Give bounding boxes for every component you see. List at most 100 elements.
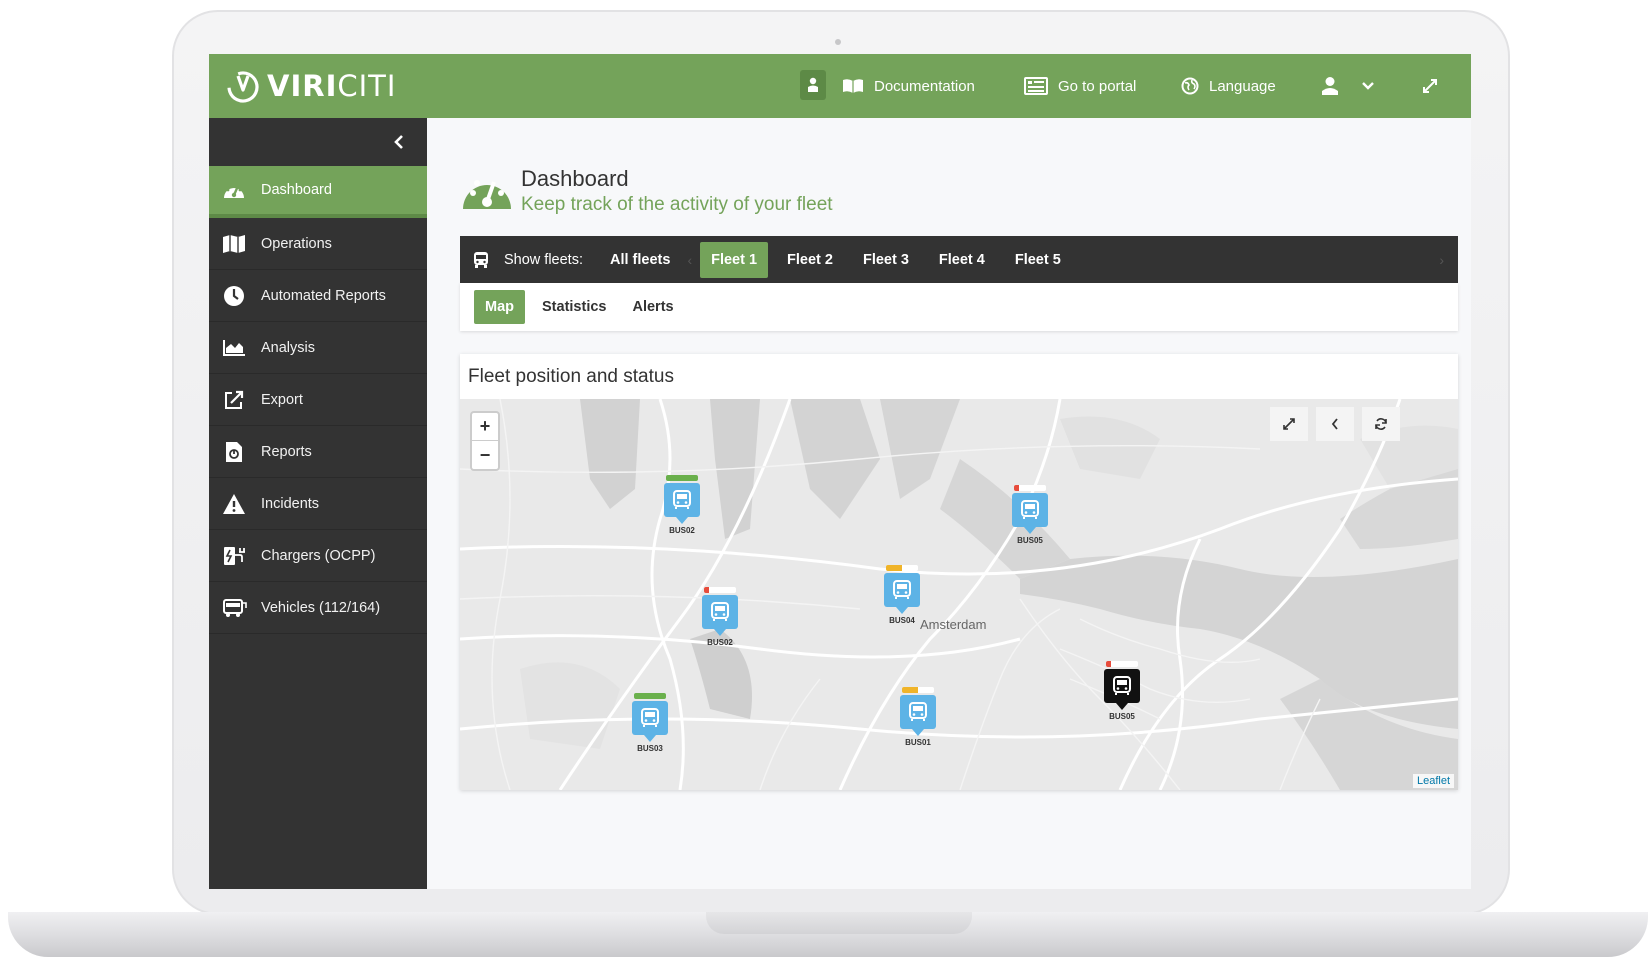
zoom-in-button[interactable]: + xyxy=(472,413,498,441)
bus-pin xyxy=(1012,493,1048,534)
sidebar: Dashboard Operations Automated Reports A… xyxy=(209,118,427,889)
go-to-portal-link[interactable]: Go to portal xyxy=(1024,54,1136,118)
bus-id-label: BUS05 xyxy=(1017,536,1043,545)
fleet-5-button[interactable]: Fleet 5 xyxy=(1004,242,1072,278)
battery-indicator xyxy=(902,687,934,693)
map-expand-button[interactable] xyxy=(1270,407,1308,441)
documentation-label: Documentation xyxy=(874,77,975,95)
battery-indicator xyxy=(704,587,736,593)
bus-marker[interactable]: BUS05 xyxy=(1010,485,1050,545)
bus-id-label: BUS03 xyxy=(637,744,663,753)
page-title: Dashboard xyxy=(521,166,629,191)
sidebar-item-label: Reports xyxy=(261,443,312,460)
user-menu-button[interactable] xyxy=(1321,54,1385,118)
fleet-1-button[interactable]: Fleet 1 xyxy=(700,241,769,278)
sidebar-item-automated-reports[interactable]: Automated Reports xyxy=(209,270,427,322)
expand-icon xyxy=(1283,418,1295,430)
bus-marker-selected[interactable]: BUS05 xyxy=(1102,661,1142,721)
sidebar-collapse-row xyxy=(209,118,427,166)
zoom-out-button[interactable]: − xyxy=(472,441,498,469)
sidebar-item-dashboard[interactable]: Dashboard xyxy=(209,166,427,218)
bus-pin xyxy=(1104,669,1140,710)
bus-icon xyxy=(673,490,691,509)
fleet-position-panel: Fleet position and status Amsterdam + − … xyxy=(460,354,1458,790)
city-label: Amsterdam xyxy=(920,617,987,632)
chevron-left-icon[interactable] xyxy=(393,134,405,150)
fleet-2-button[interactable]: Fleet 2 xyxy=(776,242,844,278)
map-refresh-button[interactable] xyxy=(1362,407,1400,441)
map-background xyxy=(460,399,1458,790)
sidebar-item-label: Analysis xyxy=(261,339,315,356)
bus-marker[interactable]: BUS04 xyxy=(882,565,922,625)
sidebar-item-analysis[interactable]: Analysis xyxy=(209,322,427,374)
leaflet-attribution-link[interactable]: Leaflet xyxy=(1412,774,1454,788)
map-back-button[interactable] xyxy=(1316,407,1354,441)
bus-pin xyxy=(702,595,738,636)
logo[interactable]: VIRICITI xyxy=(225,68,396,104)
bus-icon xyxy=(1113,676,1131,695)
sidebar-item-chargers[interactable]: Chargers (OCPP) xyxy=(209,530,427,582)
battery-indicator xyxy=(1014,485,1046,491)
show-fleets-label: Show fleets: xyxy=(472,251,583,269)
sidebar-item-vehicles[interactable]: Vehicles (112/164) xyxy=(209,582,427,634)
dashboard-icon xyxy=(221,179,247,201)
report-file-icon xyxy=(221,441,247,463)
charger-icon xyxy=(221,545,247,567)
top-bar: VIRICITI Documentation Go to portal Lang… xyxy=(209,54,1471,118)
bus-pin xyxy=(884,573,920,614)
sidebar-item-reports[interactable]: Reports xyxy=(209,426,427,478)
bus-marker[interactable]: BUS02 xyxy=(700,587,740,647)
map-icon xyxy=(221,233,247,255)
fleets-scroll-left-icon[interactable]: ‹ xyxy=(681,252,698,268)
sidebar-item-label: Operations xyxy=(261,235,332,252)
tab-statistics[interactable]: Statistics xyxy=(531,290,617,324)
fullscreen-button[interactable] xyxy=(1422,54,1448,118)
clock-icon xyxy=(221,285,247,307)
bus-marker[interactable]: BUS01 xyxy=(898,687,938,747)
bus-marker[interactable]: BUS03 xyxy=(630,693,670,753)
bus-id-label: BUS04 xyxy=(889,616,915,625)
sidebar-item-export[interactable]: Export xyxy=(209,374,427,426)
bus-icon xyxy=(1021,500,1039,519)
power-logo-icon xyxy=(227,71,259,103)
battery-indicator xyxy=(1106,661,1138,667)
fleet-all-button[interactable]: All fleets xyxy=(599,242,681,278)
bus-front-icon xyxy=(474,251,488,268)
sidebar-item-operations[interactable]: Operations xyxy=(209,218,427,270)
laptop-notch xyxy=(706,912,972,934)
sidebar-item-incidents[interactable]: Incidents xyxy=(209,478,427,530)
bus-marker[interactable]: BUS02 xyxy=(662,475,702,535)
zoom-control: + − xyxy=(470,411,500,471)
warning-icon xyxy=(221,493,247,515)
bus-pin xyxy=(632,701,668,742)
language-menu[interactable]: Language xyxy=(1181,54,1276,118)
show-fleets-text: Show fleets: xyxy=(504,251,583,268)
fleet-map[interactable]: Amsterdam + − BUS02 BUS05 BUS04 BUS02 BU… xyxy=(460,399,1458,790)
main-content: Dashboard Keep track of the activity of … xyxy=(427,118,1471,889)
documentation-link[interactable]: Documentation xyxy=(842,54,975,118)
sidebar-item-label: Incidents xyxy=(261,495,320,512)
bus-icon xyxy=(711,602,729,621)
bus-id-label: BUS02 xyxy=(707,638,733,647)
portal-icon xyxy=(1024,77,1048,95)
globe-icon xyxy=(1181,77,1199,95)
tab-map[interactable]: Map xyxy=(474,290,525,324)
page-subtitle: Keep track of the activity of your fleet xyxy=(521,194,833,215)
dashboard-gauge-icon xyxy=(463,180,511,209)
fleet-4-button[interactable]: Fleet 4 xyxy=(928,242,996,278)
bus-id-label: BUS05 xyxy=(1109,712,1135,721)
sidebar-item-label: Automated Reports xyxy=(261,287,386,304)
chevron-left-icon xyxy=(1331,418,1338,430)
fleets-scroll-right-icon[interactable]: › xyxy=(1433,252,1450,268)
bus-icon xyxy=(221,597,247,619)
person-icon xyxy=(808,77,818,92)
user-badge-button[interactable] xyxy=(800,70,826,100)
bus-pin xyxy=(900,695,936,736)
export-icon xyxy=(221,389,247,411)
bus-pin xyxy=(664,483,700,524)
tab-alerts[interactable]: Alerts xyxy=(621,290,684,324)
bus-icon xyxy=(641,708,659,727)
panel-title: Fleet position and status xyxy=(468,366,674,387)
fleet-selector-bar: Show fleets: All fleets ‹ Fleet 1 Fleet … xyxy=(460,236,1458,283)
fleet-3-button[interactable]: Fleet 3 xyxy=(852,242,920,278)
